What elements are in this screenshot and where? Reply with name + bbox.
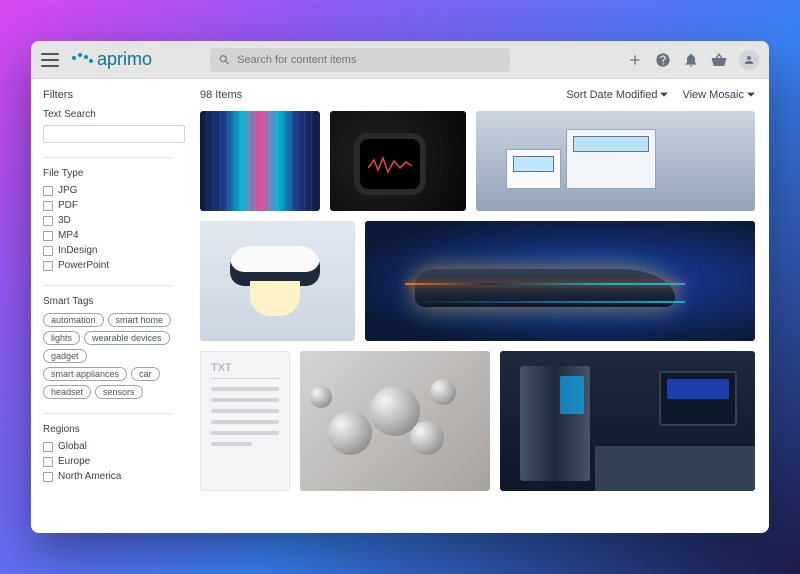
text-search-label: Text Search <box>43 109 174 120</box>
user-icon <box>743 54 755 66</box>
smart-tag[interactable]: lights <box>43 331 80 345</box>
asset-tile[interactable] <box>365 221 755 341</box>
smart-tag[interactable]: smart home <box>108 313 172 327</box>
chevron-down-icon <box>660 91 668 99</box>
help-icon[interactable] <box>655 52 671 68</box>
smart-tag[interactable]: car <box>131 367 160 381</box>
smart-tag[interactable]: wearable devices <box>84 331 170 345</box>
item-count: 98 Items <box>200 89 242 101</box>
filters-title: Filters <box>43 89 174 101</box>
file-type-checkbox[interactable]: InDesign <box>43 245 174 256</box>
smart-tag[interactable]: gadget <box>43 349 87 363</box>
app-window: aprimo Filters Text Search + <box>31 41 769 533</box>
chevron-down-icon <box>747 91 755 99</box>
text-search-input[interactable] <box>43 125 185 143</box>
asset-tile[interactable] <box>300 351 490 491</box>
smart-tag[interactable]: headset <box>43 385 91 399</box>
top-bar: aprimo <box>31 41 769 79</box>
region-checkbox[interactable]: Global <box>43 441 174 452</box>
brand-name: aprimo <box>97 49 152 70</box>
bell-icon[interactable] <box>683 52 699 68</box>
region-checkbox[interactable]: North America <box>43 471 174 482</box>
smart-tags-label: Smart Tags <box>43 296 174 307</box>
asset-tile[interactable] <box>500 351 755 491</box>
view-dropdown[interactable]: View Mosaic <box>682 89 755 101</box>
asset-grid: TXT <box>200 111 755 491</box>
user-avatar[interactable] <box>739 50 759 70</box>
asset-tile-txt[interactable]: TXT <box>200 351 290 491</box>
file-type-checkbox[interactable]: PowerPoint <box>43 260 174 271</box>
region-checkbox[interactable]: Europe <box>43 456 174 467</box>
asset-tile[interactable] <box>330 111 466 211</box>
asset-tile[interactable] <box>200 221 355 341</box>
search-input[interactable] <box>237 54 502 66</box>
smart-tag[interactable]: automation <box>43 313 104 327</box>
smart-tag[interactable]: smart appliances <box>43 367 127 381</box>
add-icon[interactable] <box>627 52 643 68</box>
file-type-label: File Type <box>43 168 174 179</box>
regions-label: Regions <box>43 424 174 435</box>
asset-tile[interactable] <box>200 111 320 211</box>
filters-sidebar: Filters Text Search + File Type JPGPDF3D… <box>31 79 186 533</box>
brand-logo[interactable]: aprimo <box>69 49 152 70</box>
smart-tag[interactable]: sensors <box>95 385 143 399</box>
menu-icon[interactable] <box>41 53 59 67</box>
file-type-checkbox[interactable]: 3D <box>43 215 174 226</box>
top-right-actions <box>627 50 759 70</box>
search-icon <box>218 53 231 67</box>
file-type-checkbox[interactable]: MP4 <box>43 230 174 241</box>
asset-tile[interactable] <box>476 111 755 211</box>
file-type-checkbox[interactable]: JPG <box>43 185 174 196</box>
search-box[interactable] <box>210 48 510 72</box>
basket-icon[interactable] <box>711 52 727 68</box>
file-type-checkbox[interactable]: PDF <box>43 200 174 211</box>
sort-dropdown[interactable]: Sort Date Modified <box>566 89 668 101</box>
content-area: 98 Items Sort Date Modified View Mosaic <box>186 79 769 533</box>
